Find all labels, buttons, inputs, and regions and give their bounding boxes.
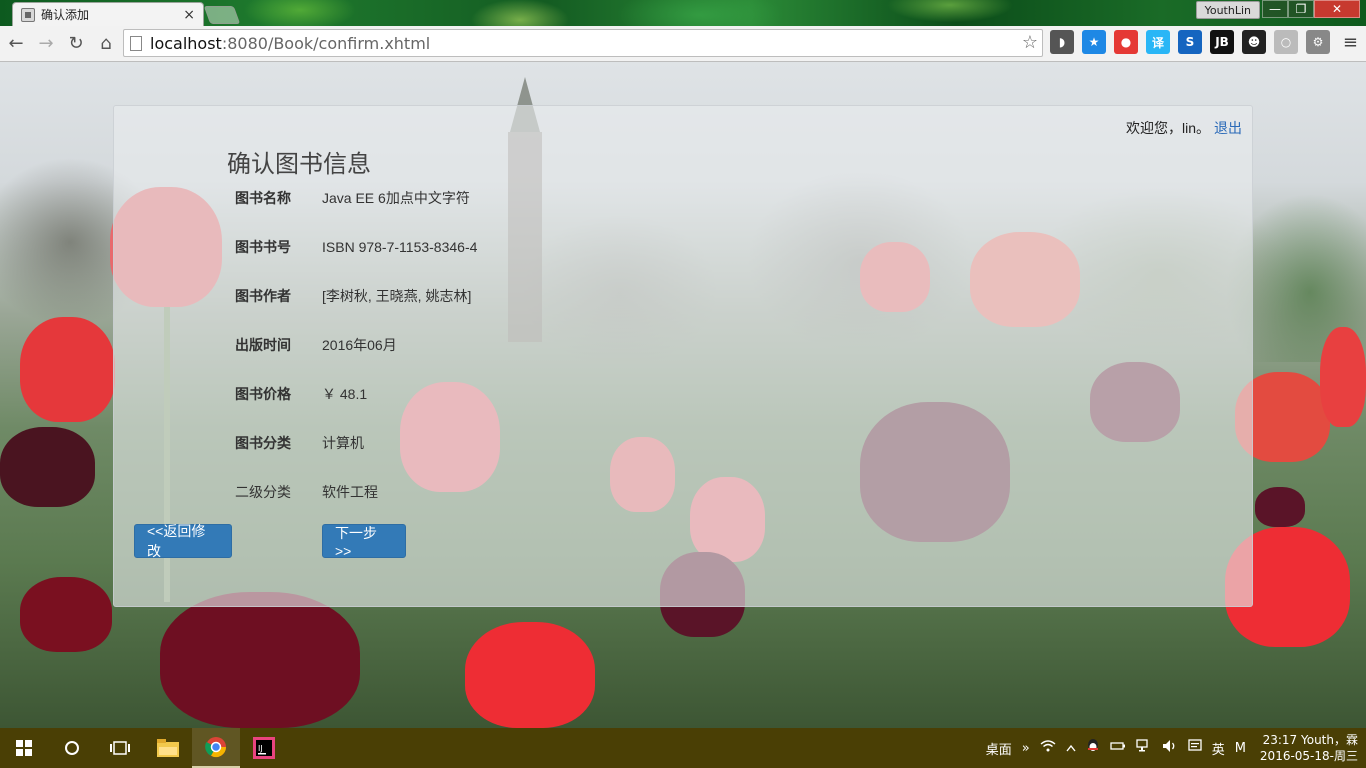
next-step-button[interactable]: 下一步>> (322, 524, 406, 559)
url-path: :8080/Book/confirm.xhtml (221, 33, 431, 53)
background-tulip (20, 317, 115, 422)
browser-toolbar: ← → ↻ ⌂ localhost :8080/Book/confirm.xht… (0, 26, 1366, 62)
clock-time: 23:17 Youth，霖 (1262, 733, 1358, 747)
background-tulip (465, 622, 595, 728)
chrome-menu-icon[interactable]: ≡ (1343, 32, 1358, 53)
row-book-name: 图书名称 Java EE 6加点中文字符 (235, 188, 470, 208)
home-icon[interactable]: ⌂ (92, 30, 120, 58)
task-view-icon[interactable] (96, 728, 144, 768)
back-arrow-icon[interactable]: ← (2, 30, 30, 58)
page-info-icon[interactable] (130, 35, 142, 51)
row-label: 图书价格 (235, 387, 291, 403)
close-window-button[interactable]: ✕ (1314, 0, 1360, 18)
minimize-button[interactable]: — (1262, 0, 1288, 18)
bookmark-star-icon[interactable]: ☆ (1022, 32, 1038, 53)
file-explorer-icon[interactable] (144, 728, 192, 768)
network-icon[interactable] (1136, 739, 1152, 757)
row-subcategory: 二级分类 软件工程 (235, 482, 378, 502)
row-label: 二级分类 (235, 485, 291, 501)
tab-title: 确认添加 (41, 8, 90, 22)
url-host: localhost (150, 33, 222, 53)
taskbar-clock[interactable]: 23:17 Youth，霖 2016-05-18-周三 (1260, 732, 1358, 764)
background-tulip (1320, 327, 1366, 427)
qq-icon[interactable] (1086, 738, 1100, 758)
browser-titlebar: 确认添加 × YouthLin — ❐ ✕ (0, 0, 1366, 26)
row-price: 图书价格 ￥ 48.1 (235, 384, 367, 404)
page-favicon-icon (21, 7, 35, 22)
cortana-search-icon[interactable] (48, 728, 96, 768)
row-label: 图书名称 (235, 191, 291, 207)
volume-icon[interactable] (1162, 739, 1178, 757)
ime-mode-indicator[interactable]: M (1235, 741, 1246, 756)
row-publish-date: 出版时间 2016年06月 (235, 335, 397, 355)
row-value: 计算机 (322, 435, 364, 451)
windows-start-icon[interactable] (0, 728, 48, 768)
ime-language-indicator[interactable]: 英 (1212, 739, 1225, 758)
desktop-toolbar-label[interactable]: 桌面 (986, 739, 1012, 758)
row-authors: 图书作者 [李树秋, 王晓燕, 姚志林] (235, 286, 471, 306)
row-category: 图书分类 计算机 (235, 433, 364, 453)
bookmark-star-icon[interactable]: ★ (1082, 30, 1106, 54)
translate-icon[interactable]: 译 (1146, 30, 1170, 54)
jetbrains-icon[interactable]: JB (1210, 30, 1234, 54)
toolbar-chevron-icon[interactable]: » (1022, 741, 1030, 756)
background-tulip (20, 577, 112, 652)
welcome-bar: 欢迎您，lin。 退出 (1126, 118, 1242, 138)
chrome-taskbar-icon[interactable] (192, 728, 240, 768)
row-value: Java EE 6加点中文字符 (322, 190, 470, 206)
restore-button[interactable]: ❐ (1288, 0, 1314, 18)
logout-link[interactable]: 退出 (1214, 120, 1242, 136)
window-controls: — ❐ ✕ (1262, 0, 1360, 18)
background-tulip (0, 427, 95, 507)
row-value: [李树秋, 王晓燕, 姚志林] (322, 288, 472, 304)
row-value: ￥ 48.1 (322, 386, 368, 402)
adblock-icon[interactable]: ● (1114, 30, 1138, 54)
reload-icon[interactable]: ↻ (62, 30, 90, 58)
row-isbn: 图书书号 ISBN 978-7-1153-8346-4 (235, 237, 477, 257)
row-label: 出版时间 (235, 338, 291, 354)
intellij-idea-icon[interactable]: IJ (240, 728, 288, 768)
grey-circle-icon[interactable]: ○ (1274, 30, 1298, 54)
address-bar[interactable]: localhost :8080/Book/confirm.xhtml ☆ (123, 29, 1043, 57)
new-tab-button[interactable] (203, 6, 241, 24)
action-center-icon[interactable] (1188, 739, 1202, 757)
row-value: 软件工程 (322, 484, 378, 500)
profile-badge[interactable]: YouthLin (1195, 1, 1260, 19)
background-tulip (1255, 487, 1305, 527)
forward-arrow-icon[interactable]: → (32, 30, 60, 58)
welcome-text: 欢迎您，lin。 (1125, 120, 1210, 136)
svg-text:IJ: IJ (258, 744, 263, 753)
row-value: ISBN 978-7-1153-8346-4 (322, 239, 478, 255)
windows-taskbar: IJ 桌面 » 英 M 23:17 Youth，霖 2016-05-18-周三 (0, 728, 1366, 768)
system-tray: 桌面 » 英 M 23:17 Youth，霖 2016-05-18-周三 (976, 728, 1358, 768)
titlebar-theme-background (0, 0, 1366, 26)
confirm-panel: 欢迎您，lin。 退出 确认图书信息 图书名称 Java EE 6加点中文字符 图… (113, 105, 1253, 607)
page-title: 确认图书信息 (227, 150, 371, 178)
back-to-edit-button[interactable]: <<返回修改 (134, 523, 232, 559)
clock-date: 2016-05-18-周三 (1259, 749, 1358, 763)
background-tulip (160, 592, 360, 728)
usb-icon[interactable] (1110, 740, 1126, 756)
tab-close-icon[interactable]: × (183, 7, 195, 23)
s-extension-icon[interactable]: S (1178, 30, 1202, 54)
face-icon[interactable]: ☻ (1242, 30, 1266, 54)
show-hidden-icons-icon[interactable] (1066, 741, 1076, 756)
puzzle-icon[interactable]: ⚙ (1306, 30, 1330, 54)
extensions-bar: ◗ ★ ● 译 S JB ☻ ○ ⚙ (1050, 30, 1338, 54)
pocket-icon[interactable]: ◗ (1050, 30, 1074, 54)
row-value: 2016年06月 (322, 337, 397, 353)
row-label: 图书作者 (235, 289, 291, 305)
tab-active[interactable]: 确认添加 × (12, 2, 204, 26)
row-label: 图书书号 (235, 240, 291, 256)
row-label: 图书分类 (235, 436, 291, 452)
wifi-icon[interactable] (1040, 740, 1056, 756)
